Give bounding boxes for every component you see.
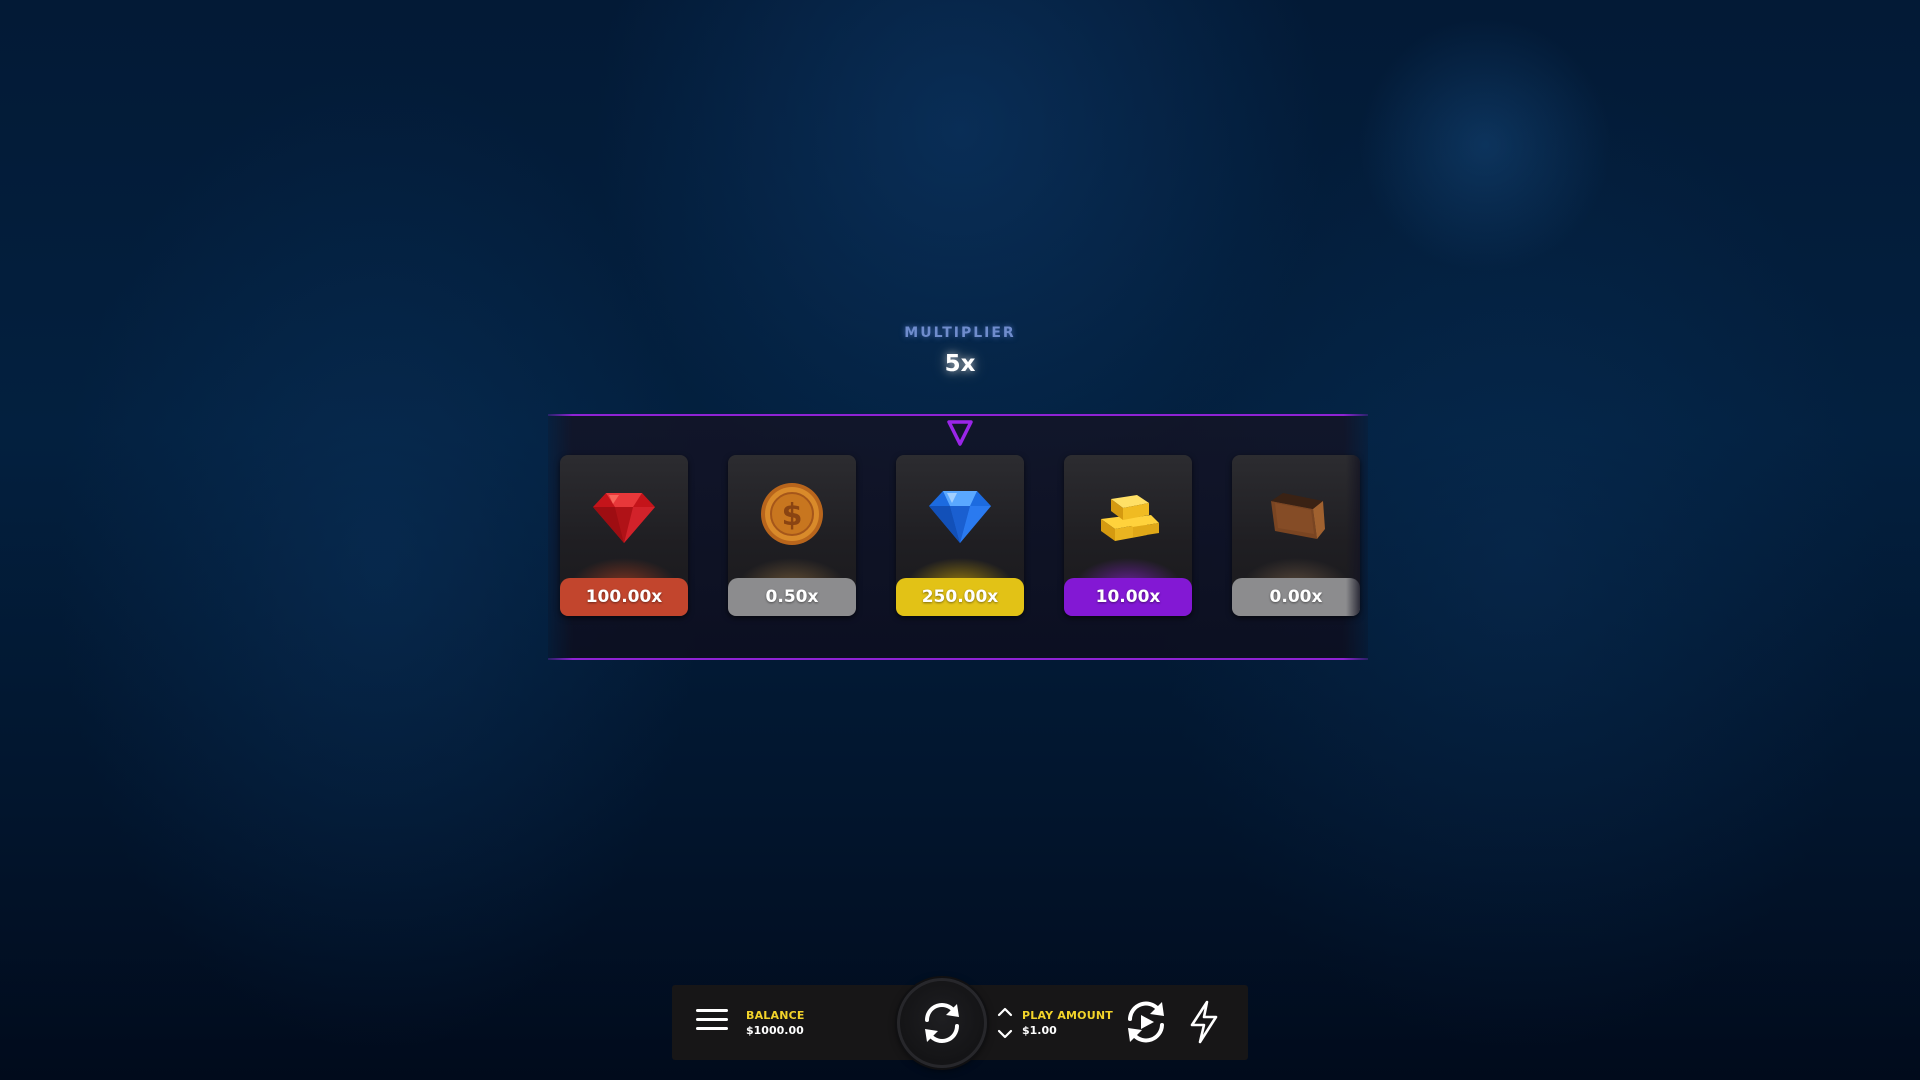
multiplier-value: 5x (944, 351, 976, 377)
control-bar: BALANCE $1000.00 PLAY AMOUNT $1.00 (672, 978, 1248, 1068)
card-multiplier-label: 0.00x (1232, 578, 1360, 616)
reel-card: $ 0.50x (728, 455, 856, 616)
card-multiplier-label: 10.00x (1064, 578, 1192, 616)
reel-card: 0.00x (1232, 455, 1360, 616)
chevron-down-icon[interactable] (996, 1027, 1014, 1041)
card-multiplier-label: 100.00x (560, 578, 688, 616)
reel-pointer-icon (947, 420, 973, 446)
svg-text:$: $ (782, 498, 803, 533)
card-multiplier-label: 0.50x (728, 578, 856, 616)
turbo-icon[interactable] (1188, 999, 1220, 1045)
balance-value: $1000.00 (746, 1024, 804, 1037)
play-amount-value: $1.00 (1022, 1024, 1057, 1037)
chevron-up-icon[interactable] (996, 1005, 1014, 1019)
blue-diamond-icon (929, 491, 991, 543)
multiplier-label: MULTIPLIER (904, 325, 1016, 341)
autoplay-icon[interactable] (1124, 999, 1168, 1045)
play-amount-label: PLAY AMOUNT (1022, 1009, 1113, 1022)
gold-bars-icon (1101, 495, 1159, 541)
spin-button[interactable] (897, 978, 987, 1068)
spin-icon (925, 1003, 959, 1043)
play-amount-display: PLAY AMOUNT $1.00 (1022, 1009, 1113, 1039)
gold-coin-icon: $ (761, 483, 823, 545)
reel-card: 10.00x (1064, 455, 1192, 616)
empty-wallet-icon (1271, 493, 1325, 539)
balance-display: BALANCE $1000.00 (746, 1009, 805, 1039)
play-amount-stepper (996, 1005, 1014, 1041)
multiplier-display: MULTIPLIER 5x (760, 325, 1160, 377)
red-gem-icon (593, 493, 655, 543)
balance-label: BALANCE (746, 1009, 805, 1022)
menu-icon[interactable] (696, 1009, 728, 1035)
reel-card: 250.00x (896, 455, 1024, 616)
reel-card: 100.00x (560, 455, 688, 616)
card-multiplier-label: 250.00x (896, 578, 1024, 616)
